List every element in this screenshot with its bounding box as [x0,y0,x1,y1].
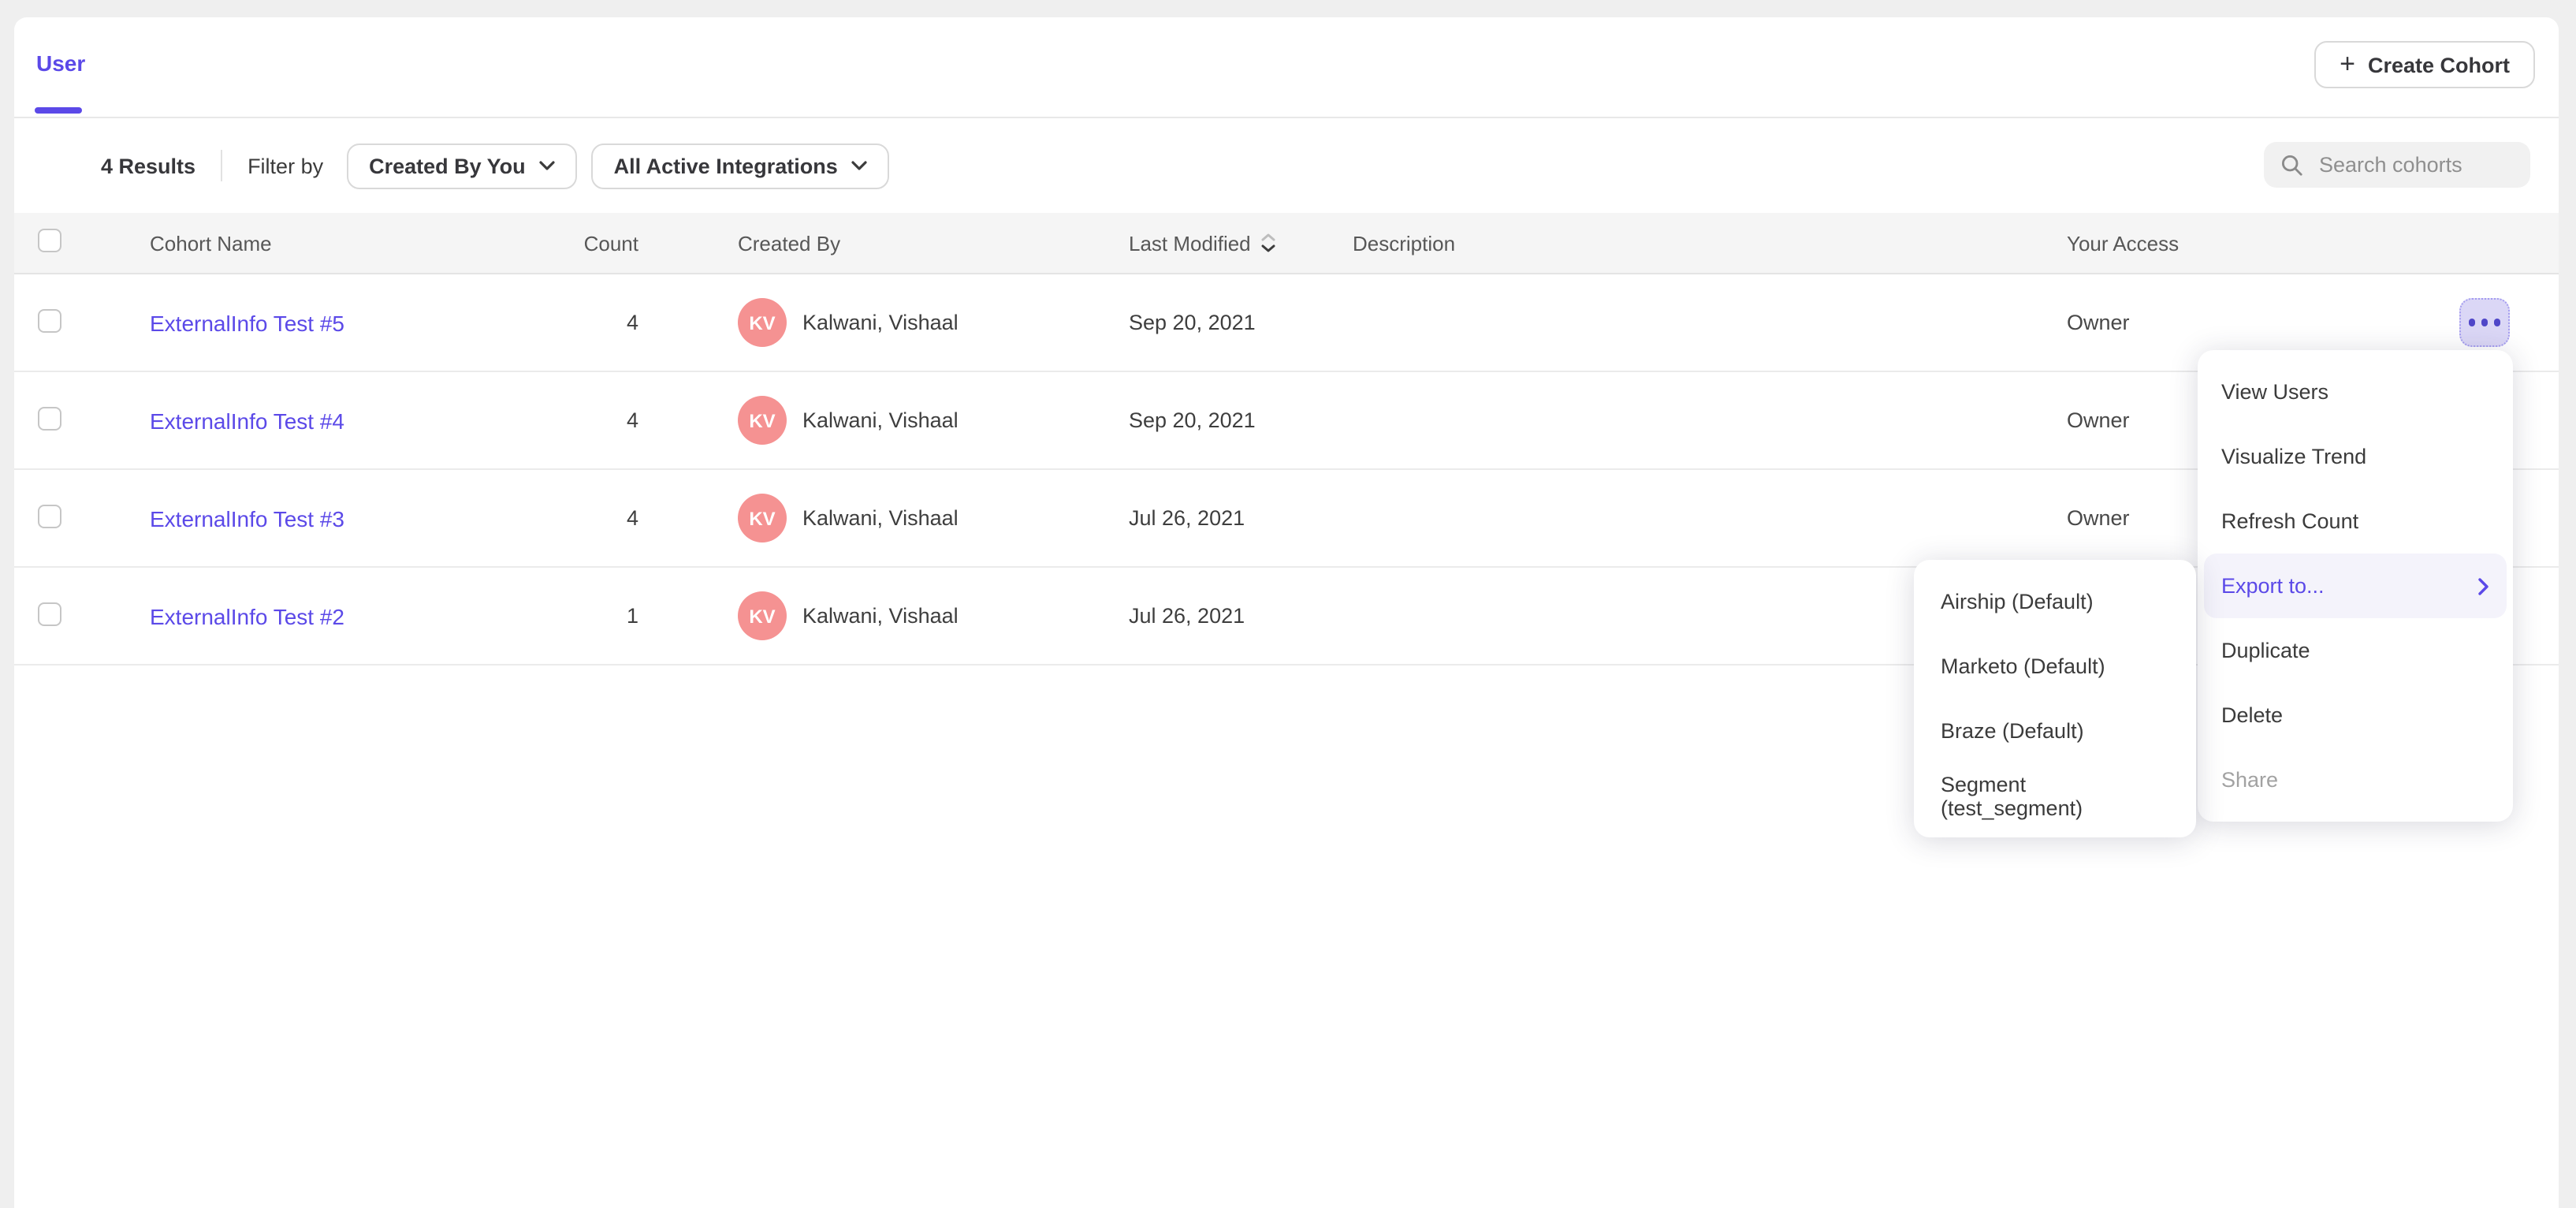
table-row[interactable]: ExternalInfo Test #3 4 KV Kalwani, Visha… [14,470,2559,568]
export-to-label: Export to... [2221,574,2325,598]
column-header-created-by: Created By [638,231,1113,255]
ellipsis-icon [2469,319,2476,326]
row-checkbox[interactable] [38,406,61,430]
filter-bar: 4 Results Filter by Created By You All A… [14,118,2559,213]
column-header-cohort-name: Cohort Name [150,231,471,255]
submenu-item-marketo[interactable]: Marketo (Default) [1914,634,2196,699]
search-icon [2281,154,2303,176]
row-actions-menu: View Users Visualize Trend Refresh Count… [2198,350,2513,822]
cohort-count: 4 [471,408,638,432]
row-checkbox[interactable] [38,308,61,332]
table-row[interactable]: ExternalInfo Test #5 4 KV Kalwani, Visha… [14,274,2559,372]
cohort-count: 4 [471,311,638,334]
creator-name: Kalwani, Vishaal [802,311,959,334]
access-cell: Owner [2051,311,2269,334]
menu-item-refresh-count[interactable]: Refresh Count [2198,489,2513,554]
row-checkbox[interactable] [38,504,61,528]
avatar: KV [738,298,787,347]
cohort-name-link[interactable]: ExternalInfo Test #2 [150,603,344,628]
create-cohort-button[interactable]: + Create Cohort [2314,41,2535,88]
menu-item-share: Share [2198,748,2513,812]
avatar: KV [738,396,787,445]
active-tab-underline [35,107,82,114]
chevron-right-icon [2478,577,2489,595]
creator-name: Kalwani, Vishaal [802,506,959,530]
created-by-dropdown-label: Created By You [369,154,526,177]
cohort-count: 1 [471,604,638,628]
row-actions-button[interactable] [2459,298,2510,347]
results-count: 4 Results [101,154,195,177]
cohort-name-link[interactable]: ExternalInfo Test #5 [150,310,344,335]
filter-by-label: Filter by [248,154,323,177]
plus-icon: + [2340,50,2355,77]
avatar: KV [738,494,787,542]
search-input[interactable] [2316,151,2513,178]
integrations-dropdown[interactable]: All Active Integrations [592,143,890,188]
last-modified-date: Sep 20, 2021 [1113,408,1337,432]
creator-name: Kalwani, Vishaal [802,604,959,628]
tab-user[interactable]: User [36,50,85,76]
avatar: KV [738,591,787,640]
menu-item-view-users[interactable]: View Users [2198,360,2513,424]
chevron-down-icon [852,160,868,171]
submenu-item-segment[interactable]: Segment (test_segment) [1914,763,2196,828]
select-all-checkbox[interactable] [38,229,61,252]
tab-user-label: User [36,50,85,76]
search-box [2264,142,2530,188]
cohort-name-link[interactable]: ExternalInfo Test #3 [150,505,344,531]
submenu-item-airship[interactable]: Airship (Default) [1914,569,2196,634]
integrations-dropdown-label: All Active Integrations [614,154,838,177]
menu-item-visualize-trend[interactable]: Visualize Trend [2198,424,2513,489]
created-by-dropdown[interactable]: Created By You [347,143,578,188]
create-cohort-label: Create Cohort [2368,53,2510,76]
column-header-your-access: Your Access [2051,231,2269,255]
menu-item-export-to[interactable]: Export to... [2204,554,2507,618]
table-header: Cohort Name Count Created By Last Modifi… [14,213,2559,274]
last-modified-date: Sep 20, 2021 [1113,311,1337,334]
divider [221,150,222,181]
table-row[interactable]: ExternalInfo Test #4 4 KV Kalwani, Visha… [14,372,2559,470]
menu-item-delete[interactable]: Delete [2198,683,2513,748]
creator-name: Kalwani, Vishaal [802,408,959,432]
row-checkbox[interactable] [38,602,61,625]
menu-item-duplicate[interactable]: Duplicate [2198,618,2513,683]
chevron-down-icon [540,160,556,171]
column-header-count: Count [471,231,638,255]
last-modified-label: Last Modified [1129,231,1251,255]
last-modified-date: Jul 26, 2021 [1113,604,1337,628]
column-header-last-modified[interactable]: Last Modified [1129,231,1276,255]
column-header-description: Description [1337,231,2051,255]
sort-icon [1262,233,1276,252]
last-modified-date: Jul 26, 2021 [1113,506,1337,530]
tab-bar: User + Create Cohort [14,17,2559,118]
cohort-name-link[interactable]: ExternalInfo Test #4 [150,408,344,433]
export-submenu: Airship (Default) Marketo (Default) Braz… [1914,560,2196,837]
submenu-item-braze[interactable]: Braze (Default) [1914,699,2196,763]
cohorts-page: User + Create Cohort 4 Results Filter by… [0,0,2576,1208]
cohort-count: 4 [471,506,638,530]
